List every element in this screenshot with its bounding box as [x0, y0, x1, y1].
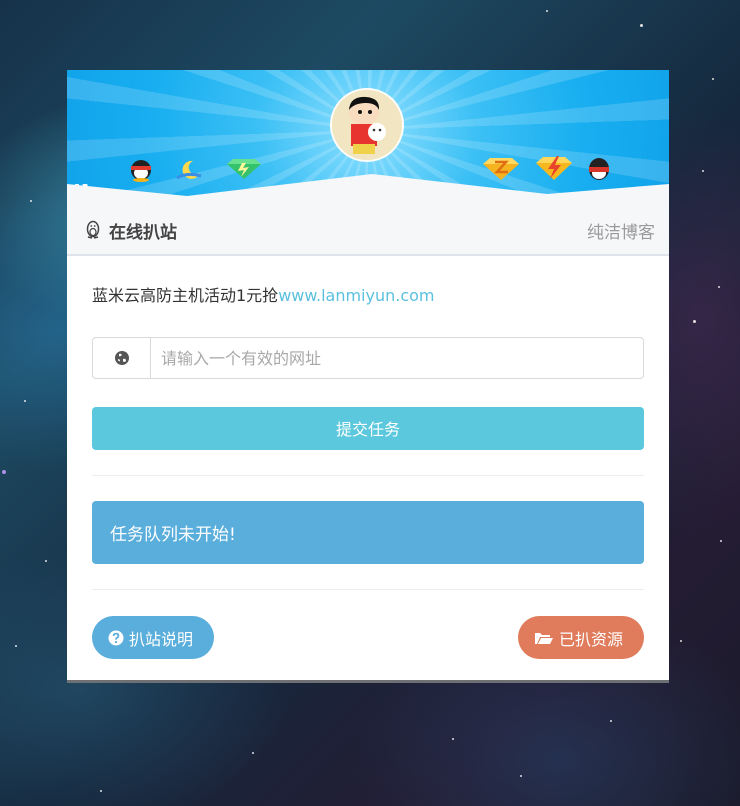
resources-button-label: 已扒资源 [559, 629, 624, 649]
submit-task-button[interactable]: 提交任务 [92, 407, 644, 450]
globe-icon [114, 351, 129, 365]
promo-link[interactable]: www.lanmiyun.com [278, 286, 434, 305]
resources-button[interactable]: 已扒资源 [518, 616, 644, 659]
help-button-label: 扒站说明 [129, 629, 194, 649]
blog-link[interactable]: 纯洁博客 [587, 218, 655, 243]
header-banner [67, 70, 669, 206]
task-queue-status: 任务队列未开始! [92, 501, 644, 564]
question-circle-icon [108, 630, 124, 645]
card-header: 在线扒站 纯洁博客 [67, 206, 669, 256]
folder-open-icon [535, 632, 553, 644]
url-input-group [92, 337, 644, 379]
avatar [330, 88, 404, 162]
queue-status-text: 任务队列未开始! [110, 525, 236, 545]
penguin-icon [86, 220, 100, 239]
divider [92, 589, 644, 590]
promo-label: 蓝米云高防主机活动1元抢 [92, 286, 279, 305]
divider [92, 475, 644, 476]
promo-text: 蓝米云高防主机活动1元抢www.lanmiyun.com [92, 286, 644, 306]
crawler-card: 在线扒站 纯洁博客 蓝米云高防主机活动1元抢www.lanmiyun.com 提… [67, 70, 669, 683]
snow-hill-shape [67, 174, 669, 206]
input-addon [93, 338, 151, 378]
page-title: 在线扒站 [109, 222, 177, 243]
url-input[interactable] [151, 338, 643, 378]
crawler-help-button[interactable]: 扒站说明 [92, 616, 214, 659]
